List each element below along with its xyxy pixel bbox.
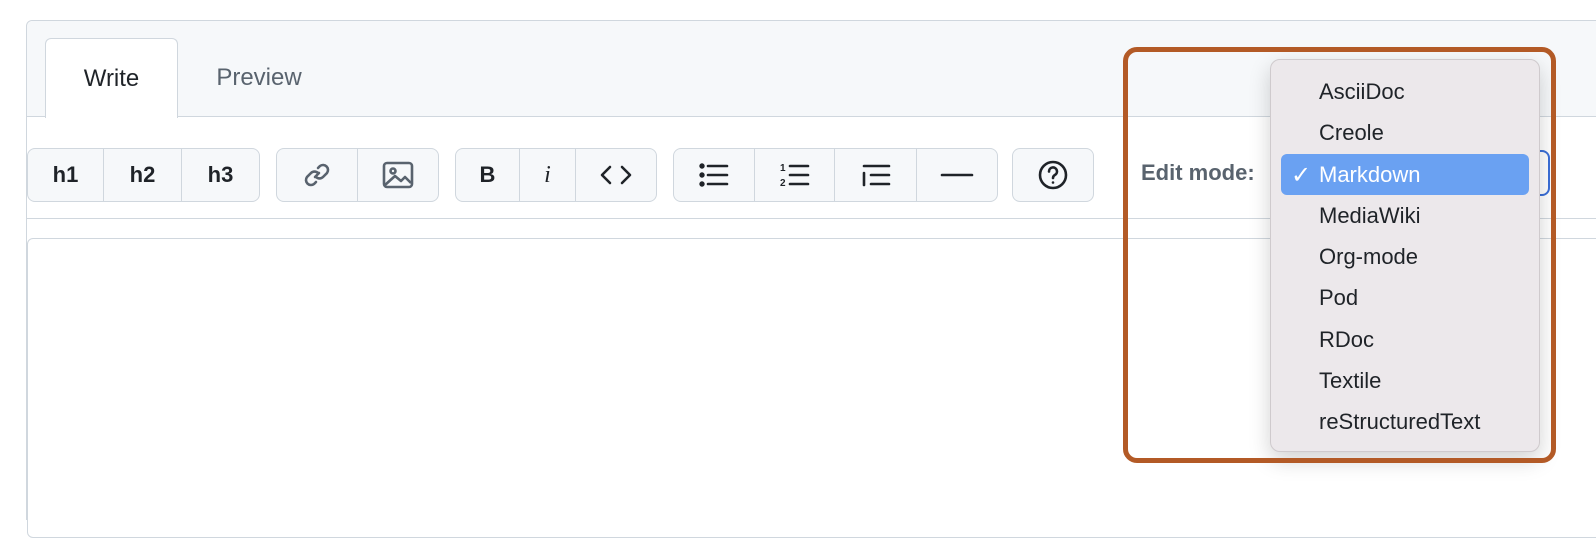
- link-button[interactable]: [277, 149, 358, 201]
- tab-write[interactable]: Write: [45, 38, 178, 118]
- task-list-button[interactable]: [835, 149, 917, 201]
- svg-text:2: 2: [780, 178, 786, 189]
- tab-preview[interactable]: Preview: [189, 38, 329, 118]
- ordered-list-button[interactable]: 1 2: [755, 149, 835, 201]
- unordered-list-icon: [699, 163, 729, 187]
- help-icon: [1038, 160, 1068, 190]
- highlight-box: [1123, 47, 1556, 463]
- task-list-icon: [862, 164, 890, 187]
- code-button[interactable]: [576, 149, 656, 201]
- italic-button[interactable]: i: [520, 149, 576, 201]
- horizontal-rule-icon: [940, 173, 974, 177]
- svg-text:1: 1: [780, 163, 786, 174]
- horizontal-rule-button[interactable]: [917, 149, 997, 201]
- h1-button[interactable]: h1: [28, 149, 104, 201]
- ordered-list-icon: 1 2: [780, 163, 809, 189]
- insert-group: [276, 148, 439, 202]
- help-button[interactable]: [1013, 149, 1093, 201]
- unordered-list-button[interactable]: [674, 149, 755, 201]
- bold-button[interactable]: B: [456, 149, 520, 201]
- list-group: 1 2: [673, 148, 998, 202]
- h3-button[interactable]: h3: [182, 149, 259, 201]
- h2-button[interactable]: h2: [104, 149, 182, 201]
- help-group: [1012, 148, 1094, 202]
- link-icon: [304, 163, 330, 187]
- image-icon: [382, 161, 414, 189]
- text-style-group: B i: [455, 148, 657, 202]
- image-button[interactable]: [358, 149, 438, 201]
- code-icon: [600, 165, 632, 185]
- heading-group: h1 h2 h3: [27, 148, 260, 202]
